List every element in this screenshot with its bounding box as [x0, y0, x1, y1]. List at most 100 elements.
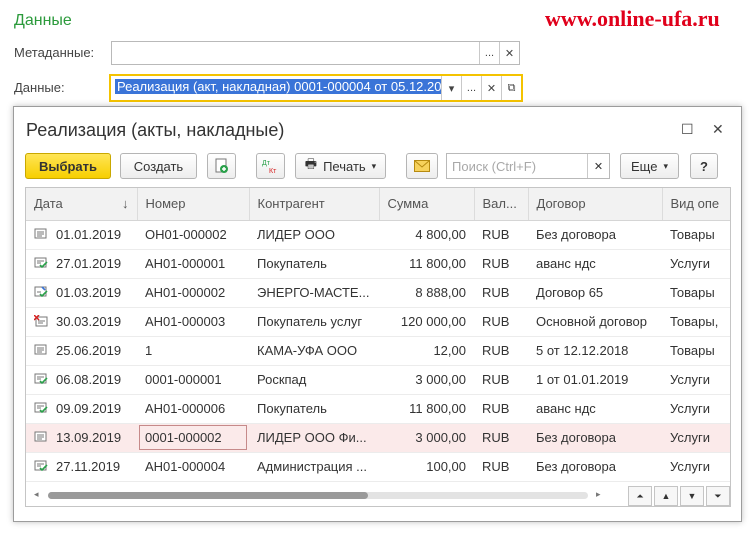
- page-up-icon[interactable]: ▲: [654, 486, 678, 506]
- cell-currency[interactable]: RUB: [474, 307, 528, 337]
- column-operation[interactable]: Вид опе: [662, 188, 730, 221]
- column-counterparty[interactable]: Контрагент: [249, 188, 380, 221]
- cell-number[interactable]: 1: [137, 336, 249, 366]
- cell-currency[interactable]: RUB: [474, 278, 528, 308]
- cell-date[interactable]: 06.08.2019: [26, 365, 137, 395]
- cell-operation[interactable]: Товары,: [662, 307, 730, 337]
- cell-number[interactable]: АН01-000002: [137, 278, 249, 308]
- cell-currency[interactable]: RUB: [474, 220, 528, 250]
- table-row[interactable]: 09.09.2019 АН01-000006 Покупатель 11 800,00…: [26, 394, 730, 424]
- cell-contract[interactable]: Без договора: [528, 452, 662, 482]
- cell-operation[interactable]: Товары: [662, 278, 730, 308]
- cell-date[interactable]: 13.09.2019: [26, 423, 137, 453]
- page-down-icon[interactable]: ▼: [680, 486, 704, 506]
- dt-kt-button[interactable]: Дт Кт: [256, 153, 285, 179]
- cell-currency[interactable]: RUB: [474, 249, 528, 279]
- cell-date[interactable]: 27.01.2019: [26, 249, 137, 279]
- cell-number[interactable]: 0001-000001: [137, 365, 249, 395]
- column-date[interactable]: Дата ↓: [26, 188, 138, 221]
- data-value[interactable]: Реализация (акт, накладная) 0001-000004 …: [115, 79, 441, 94]
- cell-operation[interactable]: Товары: [662, 336, 730, 366]
- cell-date[interactable]: 01.03.2019: [26, 278, 137, 308]
- cell-counterparty[interactable]: ЛИДЕР ООО Фи...: [249, 423, 379, 453]
- ellipsis-button[interactable]: ...: [461, 76, 481, 100]
- cell-operation[interactable]: Услуги: [662, 249, 730, 279]
- cell-currency[interactable]: RUB: [474, 336, 528, 366]
- select-button[interactable]: Выбрать: [25, 153, 111, 179]
- cell-contract[interactable]: аванс ндс: [528, 249, 662, 279]
- cell-contract[interactable]: Основной договор: [528, 307, 662, 337]
- cell-counterparty[interactable]: Покупатель: [249, 394, 379, 424]
- cell-sum[interactable]: 4 800,00: [379, 220, 474, 250]
- dropdown-button[interactable]: ▾: [441, 76, 461, 100]
- horizontal-scrollbar[interactable]: ◂ ▸: [26, 486, 616, 506]
- first-page-icon[interactable]: ⏶: [628, 486, 652, 506]
- cell-counterparty[interactable]: ЛИДЕР ООО: [249, 220, 379, 250]
- ellipsis-button[interactable]: ...: [479, 42, 499, 64]
- clear-button[interactable]: ✕: [499, 42, 519, 64]
- email-button[interactable]: [406, 153, 438, 179]
- scroll-right-icon[interactable]: ▸: [596, 489, 601, 500]
- table-row[interactable]: 30.03.2019 АН01-000003 Покупатель услуг 120…: [26, 307, 730, 337]
- cell-counterparty[interactable]: КАМА-УФА ООО: [249, 336, 379, 366]
- cell-operation[interactable]: Услуги: [662, 394, 730, 424]
- search-clear-button[interactable]: ✕: [587, 154, 609, 178]
- table-row[interactable]: 06.08.2019 0001-000001 Роскпад 3 000,00 RUB 1…: [26, 365, 730, 395]
- cell-contract[interactable]: аванс ндс: [528, 394, 662, 424]
- cell-sum[interactable]: 12,00: [379, 336, 474, 366]
- cell-sum[interactable]: 120 000,00: [379, 307, 474, 337]
- cell-sum[interactable]: 3 000,00: [379, 423, 474, 453]
- print-button[interactable]: 🖶 Печать ▾: [295, 153, 386, 179]
- table-row[interactable]: 01.01.2019 ОН01-000002 ЛИДЕР ООО 4 800,00 RU…: [26, 220, 730, 250]
- column-contract[interactable]: Договор: [528, 188, 663, 221]
- cell-sum[interactable]: 100,00: [379, 452, 474, 482]
- search-input[interactable]: Поиск (Ctrl+F): [447, 159, 587, 174]
- data-field[interactable]: Реализация (акт, накладная) 0001-000004 …: [109, 74, 523, 102]
- table-row[interactable]: 27.01.2019 АН01-000001 Покупатель 11 800,00…: [26, 249, 730, 279]
- cell-counterparty[interactable]: Покупатель: [249, 249, 379, 279]
- table-row[interactable]: 01.03.2019 АН01-000002 ЭНЕРГО-МАСТЕ... 8 88…: [26, 278, 730, 308]
- cell-currency[interactable]: RUB: [474, 452, 528, 482]
- cell-currency[interactable]: RUB: [474, 365, 528, 395]
- table-row[interactable]: 13.09.2019 0001-000002 ЛИДЕР ООО Фи... 3 00…: [26, 423, 730, 453]
- metadata-field[interactable]: ... ✕: [111, 41, 520, 65]
- table-row[interactable]: 25.06.2019 1 КАМА-УФА ООО 12,00 RUB 5 от 12.1…: [26, 336, 730, 366]
- cell-contract[interactable]: 1 от 01.01.2019: [528, 365, 662, 395]
- column-number[interactable]: Номер: [137, 188, 250, 221]
- table-row[interactable]: 27.11.2019 АН01-000004 Администрация ... 10…: [26, 452, 730, 482]
- scroll-thumb[interactable]: [48, 492, 368, 499]
- cell-date[interactable]: 30.03.2019: [26, 307, 137, 337]
- create-button[interactable]: Создать: [120, 153, 197, 179]
- cell-number[interactable]: АН01-000004: [137, 452, 249, 482]
- open-icon[interactable]: ⧉: [501, 76, 521, 100]
- cell-date[interactable]: 01.01.2019: [26, 220, 137, 250]
- help-button[interactable]: ?: [690, 153, 718, 179]
- cell-contract[interactable]: Без договора: [528, 423, 662, 453]
- cell-sum[interactable]: 11 800,00: [379, 394, 474, 424]
- cell-date[interactable]: 25.06.2019: [26, 336, 137, 366]
- cell-operation[interactable]: Услуги: [662, 452, 730, 482]
- cell-number[interactable]: АН01-000006: [137, 394, 249, 424]
- cell-currency[interactable]: RUB: [474, 423, 528, 453]
- cell-contract[interactable]: Без договора: [528, 220, 662, 250]
- cell-operation[interactable]: Услуги: [662, 423, 730, 453]
- cell-sum[interactable]: 3 000,00: [379, 365, 474, 395]
- scroll-left-icon[interactable]: ◂: [34, 489, 39, 500]
- cell-number[interactable]: ОН01-000002: [137, 220, 249, 250]
- data-value-wrapper[interactable]: Реализация (акт, накладная) 0001-000004 …: [111, 76, 441, 100]
- cell-date[interactable]: 27.11.2019: [26, 452, 137, 482]
- cell-counterparty[interactable]: Покупатель услуг: [249, 307, 379, 337]
- cell-counterparty[interactable]: ЭНЕРГО-МАСТЕ...: [249, 278, 379, 308]
- cell-currency[interactable]: RUB: [474, 394, 528, 424]
- more-button[interactable]: Еще ▾: [620, 153, 679, 179]
- cell-contract[interactable]: 5 от 12.12.2018: [528, 336, 662, 366]
- column-currency[interactable]: Вал...: [474, 188, 529, 221]
- cell-date[interactable]: 09.09.2019: [26, 394, 137, 424]
- clear-button[interactable]: ✕: [481, 76, 501, 100]
- cell-counterparty[interactable]: Роскпад: [249, 365, 379, 395]
- cell-operation[interactable]: Товары: [662, 220, 730, 250]
- scroll-track[interactable]: [48, 492, 588, 499]
- last-page-icon[interactable]: ⏷: [706, 486, 730, 506]
- cell-number[interactable]: 0001-000002: [137, 423, 249, 453]
- close-icon[interactable]: ✕: [712, 121, 724, 138]
